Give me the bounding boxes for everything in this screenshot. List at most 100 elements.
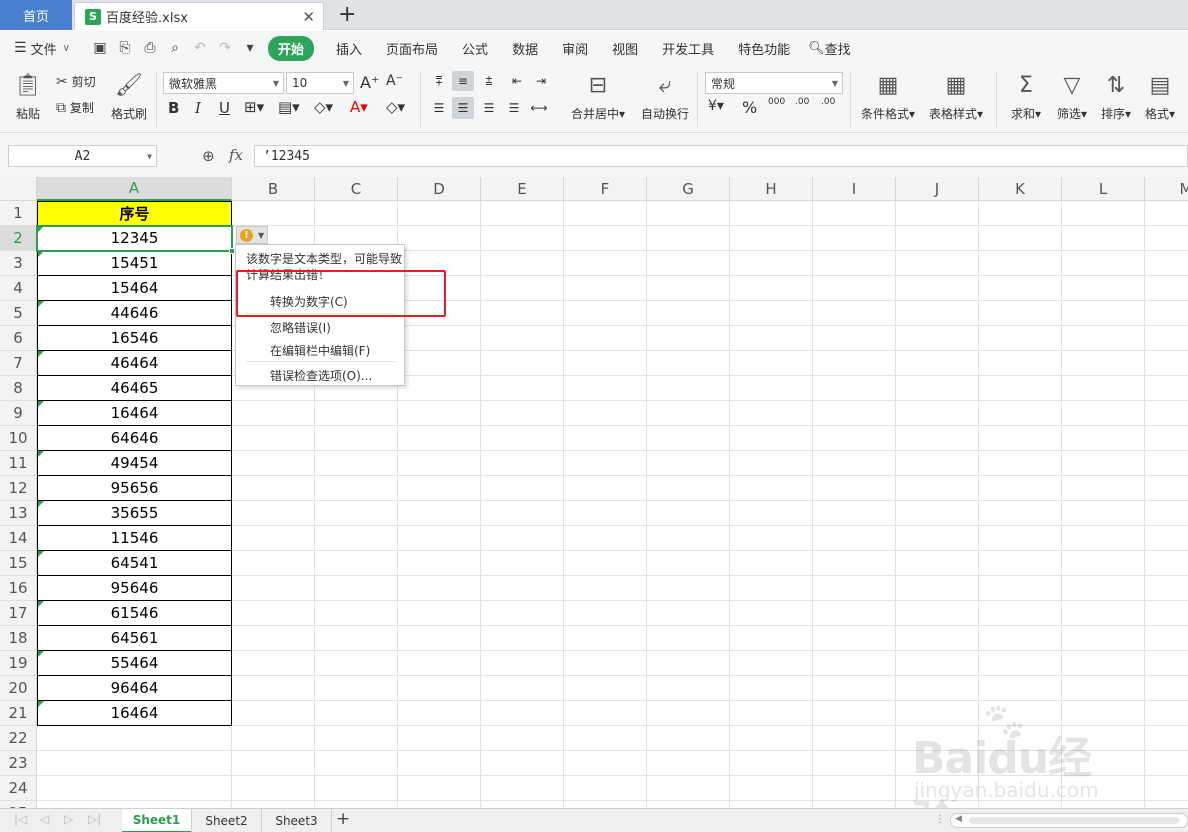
menu-search[interactable]: 🔍︎ 查找: [808, 39, 851, 58]
col-header-a[interactable]: A: [37, 177, 232, 201]
tab-review[interactable]: 审阅: [562, 39, 588, 58]
row-header-1[interactable]: 1: [0, 201, 37, 226]
ignore-error-item[interactable]: 忽略错误(I): [270, 319, 331, 336]
border-icon[interactable]: ⊞▾: [244, 98, 264, 116]
tab-page-layout[interactable]: 页面布局: [386, 39, 438, 58]
tab-developer[interactable]: 开发工具: [662, 39, 714, 58]
row-header-21[interactable]: 21: [0, 701, 37, 726]
cell-a12[interactable]: 95656: [37, 476, 232, 501]
clear-icon[interactable]: ◇▾: [386, 98, 405, 116]
table-style-button[interactable]: ▦ 表格样式▾: [926, 71, 986, 122]
fill-pattern-icon[interactable]: ▤▾: [278, 98, 300, 116]
row-header-5[interactable]: 5: [0, 301, 37, 326]
cell-a8[interactable]: 46465: [37, 376, 232, 401]
row-header-17[interactable]: 17: [0, 601, 37, 626]
font-size-select[interactable]: 10 ▼: [286, 72, 354, 94]
cell-a9[interactable]: 16464: [37, 401, 232, 426]
edit-in-formula-bar-item[interactable]: 在编辑栏中编辑(F): [270, 342, 370, 359]
increase-decimal-icon[interactable]: .00: [795, 97, 809, 107]
print-icon[interactable]: ⎙: [142, 40, 158, 56]
cell-a16[interactable]: 95646: [37, 576, 232, 601]
last-sheet-icon[interactable]: ▷|: [88, 812, 101, 826]
zoom-icon[interactable]: ⊕: [202, 147, 215, 165]
row-header-4[interactable]: 4: [0, 276, 37, 301]
undo-icon[interactable]: ↶: [192, 40, 208, 56]
row-header-23[interactable]: 23: [0, 751, 37, 776]
number-format-select[interactable]: 常规 ▼: [705, 72, 843, 94]
col-header-b[interactable]: B: [232, 177, 315, 201]
row-header-12[interactable]: 12: [0, 476, 37, 501]
redo-icon[interactable]: ↷: [217, 40, 233, 56]
cell-a19[interactable]: 55464: [37, 651, 232, 676]
select-all-corner[interactable]: [0, 177, 37, 201]
row-header-20[interactable]: 20: [0, 676, 37, 701]
sheet-tab-3[interactable]: Sheet3: [262, 809, 332, 832]
italic-icon[interactable]: I: [195, 99, 201, 117]
col-header-l[interactable]: L: [1062, 177, 1145, 201]
row-header-8[interactable]: 8: [0, 376, 37, 401]
col-header-c[interactable]: C: [315, 177, 398, 201]
formula-input[interactable]: ’12345: [254, 145, 1188, 167]
align-bottom-icon[interactable]: ⩲: [478, 71, 500, 91]
col-header-j[interactable]: J: [896, 177, 979, 201]
cell-a7[interactable]: 46464: [37, 351, 232, 376]
next-sheet-icon[interactable]: ▷: [64, 812, 73, 826]
decrease-font-icon[interactable]: A⁻: [386, 73, 403, 89]
indent-increase-icon[interactable]: ⇥: [530, 71, 552, 91]
copy-button[interactable]: ⧉ 复制: [56, 99, 94, 116]
row-header-15[interactable]: 15: [0, 551, 37, 576]
col-header-d[interactable]: D: [398, 177, 481, 201]
tab-home[interactable]: 首页: [0, 0, 72, 30]
fx-icon[interactable]: fx: [229, 146, 243, 164]
font-name-select[interactable]: 微软雅黑 ▼: [163, 72, 284, 94]
currency-icon[interactable]: ¥▾: [708, 98, 724, 114]
col-header-f[interactable]: F: [564, 177, 647, 201]
decrease-decimal-icon[interactable]: .00: [821, 97, 835, 107]
percent-icon[interactable]: %: [742, 98, 757, 117]
cell-a20[interactable]: 96464: [37, 676, 232, 701]
sort-button[interactable]: ⇅ 排序▾: [1098, 71, 1134, 122]
col-header-m[interactable]: M: [1145, 177, 1188, 201]
export-icon[interactable]: ⎘: [117, 40, 133, 56]
row-header-25[interactable]: 25: [0, 801, 37, 808]
align-right-icon[interactable]: ☰: [478, 97, 500, 119]
cell-a21[interactable]: 16464: [37, 701, 232, 726]
sheet-tab-2[interactable]: Sheet2: [192, 809, 262, 832]
tab-formula[interactable]: 公式: [462, 39, 488, 58]
align-center-icon[interactable]: ☰: [452, 97, 474, 119]
row-header-7[interactable]: 7: [0, 351, 37, 376]
cell-a4[interactable]: 15464: [37, 276, 232, 301]
tab-features[interactable]: 特色功能: [738, 39, 790, 58]
tab-data[interactable]: 数据: [512, 39, 538, 58]
print-preview-icon[interactable]: ⌕: [167, 40, 183, 56]
scroll-left-icon[interactable]: ◀: [955, 814, 962, 824]
worksheet-grid[interactable]: ABCDEFGHIJKLM 1 2 3 4 5 6 7 8 9 10 11 12 13 14 15 16 17 1…: [0, 177, 1188, 808]
sum-button[interactable]: Σ 求和▾: [1008, 71, 1044, 122]
cell-a6[interactable]: 16546: [37, 326, 232, 351]
menu-file[interactable]: ☰ 文件 ∨: [14, 39, 82, 58]
align-left-icon[interactable]: ☰: [428, 97, 450, 119]
row-header-11[interactable]: 11: [0, 451, 37, 476]
tab-file[interactable]: S 百度经验.xlsx ✕: [74, 2, 324, 30]
more-icon[interactable]: ⋮: [935, 814, 945, 825]
thousands-icon[interactable]: 000: [768, 97, 785, 107]
tab-start[interactable]: 开始: [268, 35, 315, 61]
align-top-icon[interactable]: ⩱: [428, 71, 450, 91]
fill-color-icon[interactable]: ◇▾: [314, 98, 333, 116]
scrollbar-thumb[interactable]: [969, 817, 1179, 824]
distribute-icon[interactable]: ⟷: [528, 97, 550, 119]
sheet-tab-1[interactable]: Sheet1: [122, 809, 192, 832]
row-header-16[interactable]: 16: [0, 576, 37, 601]
format-button[interactable]: ▤ 格式▾: [1142, 71, 1178, 122]
row-header-19[interactable]: 19: [0, 651, 37, 676]
row-header-22[interactable]: 22: [0, 726, 37, 751]
col-header-e[interactable]: E: [481, 177, 564, 201]
row-header-3[interactable]: 3: [0, 251, 37, 276]
merge-center-button[interactable]: ⊟ 合并居中▾: [568, 71, 628, 122]
row-header-14[interactable]: 14: [0, 526, 37, 551]
col-header-g[interactable]: G: [647, 177, 730, 201]
filter-button[interactable]: ▽ 筛选▾: [1054, 71, 1090, 122]
col-header-k[interactable]: K: [979, 177, 1062, 201]
cell-a1[interactable]: 序号: [37, 201, 232, 226]
row-header-13[interactable]: 13: [0, 501, 37, 526]
